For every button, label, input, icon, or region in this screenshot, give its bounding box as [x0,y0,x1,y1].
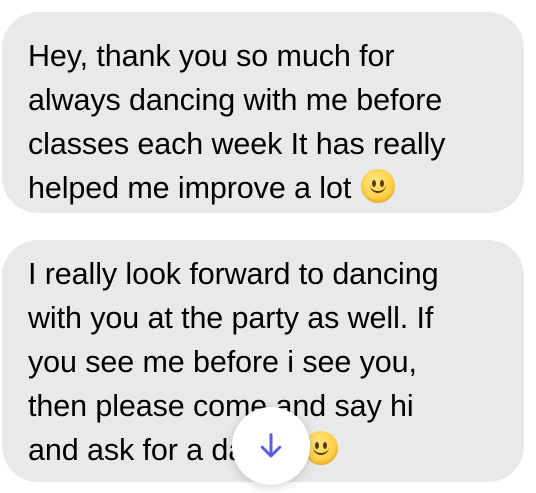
message-line: classes each week It has really [28,127,446,161]
message-line-text: helped me improve a lot [28,171,352,205]
message-thread: Hey, thank you so much for always dancin… [0,0,536,493]
message-line: with you at the party as well. If [28,301,434,335]
message-line: I really look forward to dancing [28,257,439,291]
message-line: helped me improve a lot [28,166,498,210]
received-message-bubble[interactable]: Hey, thank you so much for always dancin… [2,12,524,213]
message-line: Hey, thank you so much for [28,39,395,73]
scroll-to-bottom-button[interactable] [232,407,310,485]
message-line: you see me before i see you, [28,345,417,379]
arrow-down-icon [260,433,282,458]
slightly-smiling-face-icon [361,169,396,203]
message-line: always dancing with me before [28,83,443,117]
